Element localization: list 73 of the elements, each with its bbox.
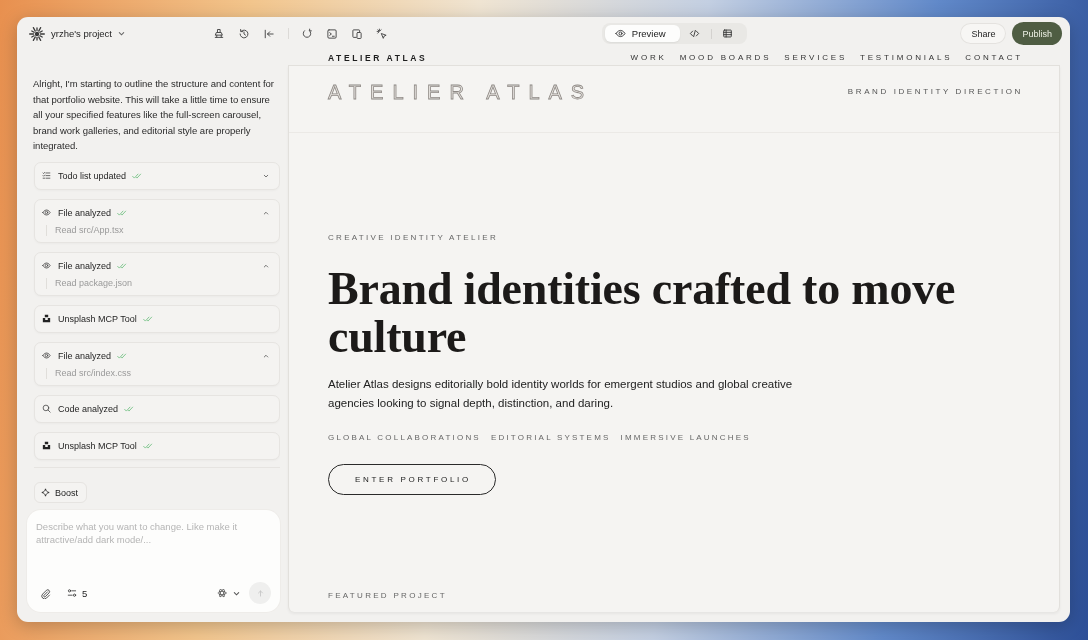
nav-link[interactable]: TESTIMONIALS xyxy=(860,53,953,62)
site-wordmark: ATELIER ATLAS xyxy=(328,81,594,103)
step-card[interactable]: Unsplash MCP Tool xyxy=(34,431,280,460)
eye-icon xyxy=(42,261,51,270)
caret-icon[interactable] xyxy=(233,589,240,597)
step-title: File analyzed xyxy=(58,260,112,271)
context-button[interactable]: 5 xyxy=(67,587,88,599)
step-card[interactable]: File analyzed Read src/App.tsx xyxy=(34,198,280,243)
terminal-icon[interactable] xyxy=(326,27,338,40)
rosette-icon[interactable] xyxy=(217,588,227,598)
paperclip-icon[interactable] xyxy=(40,587,51,599)
sliders-icon xyxy=(67,588,77,598)
header-tagline: BRAND IDENTITY DIRECTION xyxy=(847,86,1023,98)
refresh-icon[interactable] xyxy=(301,27,313,40)
eye-icon xyxy=(42,351,51,360)
nav-link[interactable]: MOOD BOARDS xyxy=(679,53,772,62)
boost-button[interactable]: Boost xyxy=(34,482,87,503)
step-card[interactable]: File analyzed Read package.json xyxy=(34,251,280,296)
devices-icon[interactable] xyxy=(351,27,363,40)
stamp-icon[interactable] xyxy=(213,27,225,40)
nav-link[interactable]: SERVICES xyxy=(784,53,848,62)
step-detail: Read package.json xyxy=(46,277,270,289)
double-check-icon xyxy=(124,404,135,413)
hero-description: Atelier Atlas designs editorially bold identity worlds for emergent studios and global creative agencies looking to signal depth, distinction, and daring. xyxy=(328,377,794,411)
step-card[interactable]: Code analyzed xyxy=(34,394,280,423)
step-detail: Read src/App.tsx xyxy=(46,224,270,236)
share-button[interactable]: Share xyxy=(960,23,1007,44)
double-check-icon xyxy=(142,314,153,323)
step-card[interactable]: File analyzed Read src/index.css xyxy=(34,341,280,386)
blocks-icon xyxy=(42,314,51,323)
step-card[interactable]: Todo list updated xyxy=(34,161,280,190)
eye-icon xyxy=(614,28,626,39)
step-title: Code analyzed xyxy=(58,403,119,414)
step-title: Unsplash MCP Tool xyxy=(58,440,137,451)
pointer-sparkle-icon[interactable] xyxy=(376,27,388,40)
feature-label: GLOBAL COLLABORATIONS xyxy=(328,433,481,443)
checklist-icon xyxy=(42,171,51,180)
nav-link[interactable]: CONTACT xyxy=(965,53,1023,62)
nav-link[interactable]: WORK xyxy=(630,53,667,62)
prompt-field[interactable]: Describe what you want to change. Like make it attractive/add dark mode/... xyxy=(36,520,271,579)
double-check-icon xyxy=(117,208,128,217)
feature-label: IMMERSIVE LAUNCHES xyxy=(620,433,751,443)
history-icon[interactable] xyxy=(238,27,250,40)
table-icon xyxy=(722,28,734,39)
site-brand[interactable]: ATELIER ATLAS xyxy=(328,52,428,63)
step-title: Unsplash MCP Tool xyxy=(58,313,137,324)
caret-icon xyxy=(117,30,125,37)
preview-tab[interactable]: Preview xyxy=(604,25,680,42)
arrow-to-bar-icon[interactable] xyxy=(263,27,275,40)
step-title: File analyzed xyxy=(58,207,112,218)
feature-label: EDITORIAL SYSTEMS xyxy=(490,433,611,443)
starburst-icon xyxy=(29,25,45,42)
eye-icon xyxy=(42,208,51,217)
double-check-icon xyxy=(117,261,128,270)
project-menu[interactable]: yrzhe's project xyxy=(29,25,125,42)
blocks-icon xyxy=(42,441,51,450)
step-detail: Read src/index.css xyxy=(46,367,270,379)
assistant-message: Alright, I'm starting to outline the structure and content for that portfolio website. This will take a little time to ensure all your specified features like the full-screen carousel, brand work galleries, and editorial style are properly integrated. xyxy=(33,77,276,153)
step-title: File analyzed xyxy=(58,350,112,361)
publish-button[interactable]: Publish xyxy=(1012,22,1062,45)
arrow-up-icon xyxy=(255,588,265,598)
double-check-icon xyxy=(142,441,153,450)
search-icon xyxy=(42,404,51,413)
hero-headline: Brand identities crafted to move culture xyxy=(328,265,957,361)
sparkle-icon xyxy=(41,488,50,497)
step-card[interactable]: Unsplash MCP Tool xyxy=(34,304,280,333)
eyebrow-text: CREATIVE IDENTITY ATELIER xyxy=(328,233,498,243)
section-label: FEATURED PROJECT xyxy=(328,591,447,601)
double-check-icon xyxy=(117,351,128,360)
step-title: Todo list updated xyxy=(58,170,127,181)
double-check-icon xyxy=(132,171,143,180)
prompt-composer[interactable]: Describe what you want to change. Like make it attractive/add dark mode/... 5 xyxy=(27,510,280,612)
code-icon xyxy=(689,28,701,39)
